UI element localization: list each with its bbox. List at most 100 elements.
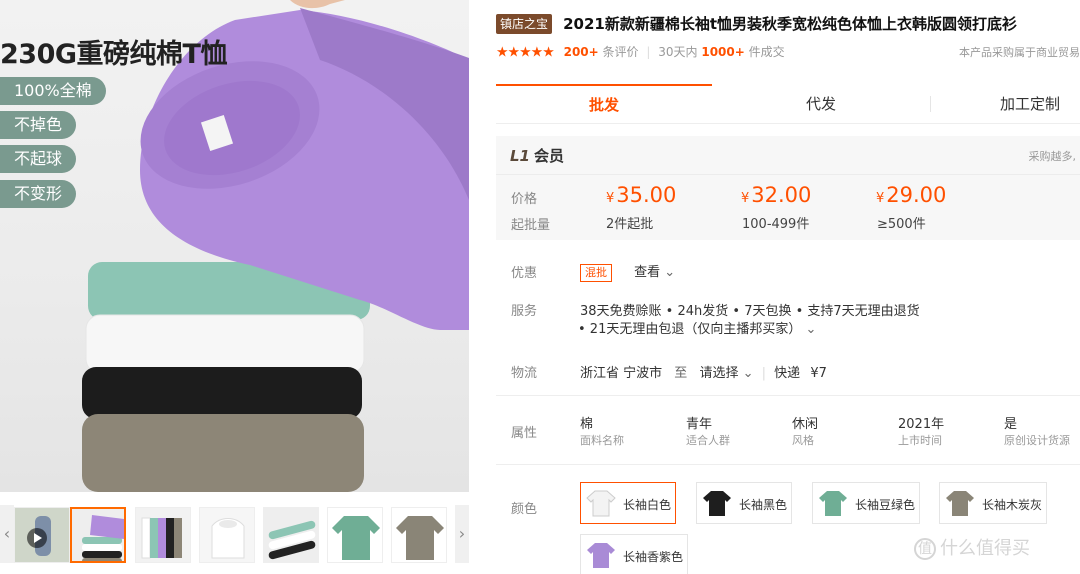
hand-illustration xyxy=(290,0,345,9)
shirt-thumbnail-icon xyxy=(586,490,616,517)
tier-qty: ≥500件 xyxy=(877,217,926,232)
attribute-key: 原创设计货源 xyxy=(1004,434,1070,447)
rating-stars-icon: ★★★★★ xyxy=(496,44,555,61)
purchase-mode-tabs: 批发 代发 加工定制 xyxy=(496,84,1080,124)
color-option-label: 长袖香紫色 xyxy=(623,550,684,564)
to-word: 至 xyxy=(674,366,688,381)
color-option-white[interactable]: 长袖白色 xyxy=(580,482,676,524)
review-count[interactable]: 200+ xyxy=(564,45,599,59)
shirt-thumbnail-icon xyxy=(703,491,731,516)
thumbnail-image xyxy=(328,508,382,562)
service-label: 服务 xyxy=(511,304,538,319)
tab-dropship[interactable]: 代发 xyxy=(712,84,930,124)
video-thumbnail-image xyxy=(15,508,69,562)
thumbnail-strip: ‹ › xyxy=(0,505,469,567)
sales-count: 1000+ xyxy=(701,45,745,59)
color-option-label: 长袖白色 xyxy=(623,498,672,512)
service-line: 38天免费赊账 • 24h发货 • 7天包换 • 支持7天无理由退货 xyxy=(580,304,920,319)
promo-label: 优惠 xyxy=(511,266,538,281)
shirt-thumbnail-icon xyxy=(819,491,847,516)
tier-qty: 100-499件 xyxy=(742,217,810,232)
shirt-gray-illustration xyxy=(82,414,364,492)
express-label: 快递 xyxy=(774,366,801,381)
sales-period: 30天内 xyxy=(658,45,698,59)
ship-from: 浙江省 宁波市 xyxy=(580,366,663,381)
review-label[interactable]: 条评价 xyxy=(603,45,639,59)
shirt-thumbnail-icon xyxy=(587,543,615,568)
shirt-black-illustration xyxy=(82,367,362,419)
color-option-charcoal[interactable]: 长袖木炭灰 xyxy=(939,482,1047,524)
chevron-down-icon: ⌄ xyxy=(742,366,754,381)
thumbnail[interactable] xyxy=(199,507,255,563)
tshirt-stack-illustration xyxy=(82,0,469,492)
divider: | xyxy=(761,366,767,381)
attribute-key: 上市时间 xyxy=(898,434,942,447)
chevron-down-icon: ⌄ xyxy=(664,265,676,280)
member-level-code: L1 xyxy=(510,147,530,165)
divider: | xyxy=(646,45,651,59)
shirt-thumbnail-icon xyxy=(946,491,974,516)
main-product-image[interactable]: 230G重磅纯棉T恤 100%全棉 不掉色 不起球 不变形 xyxy=(0,0,469,492)
member-note: 采购越多, xyxy=(1028,150,1077,163)
watermark-logo-icon: 值 xyxy=(914,538,936,560)
moq-label: 起批量 xyxy=(511,218,551,233)
attribute-value: 青年 xyxy=(686,417,713,432)
thumbnail-image xyxy=(200,508,254,562)
store-badge: 镇店之宝 xyxy=(496,13,553,34)
tab-wholesale[interactable]: 批发 xyxy=(496,84,712,124)
attribute-key: 面料名称 xyxy=(580,434,624,447)
thumbnail[interactable] xyxy=(263,507,319,563)
logistics-label: 物流 xyxy=(511,366,538,381)
divider xyxy=(496,464,1080,465)
thumbnail-active[interactable] xyxy=(70,507,126,563)
color-option-label: 长袖黑色 xyxy=(739,498,788,512)
color-option-lavender[interactable]: 长袖香紫色 xyxy=(580,534,688,574)
chevron-down-icon: ⌄ xyxy=(805,322,817,337)
color-option-label: 长袖豆绿色 xyxy=(855,498,916,512)
thumbnail-image xyxy=(136,508,190,562)
tier-price: ¥32.00 xyxy=(741,183,812,207)
thumbnail-prev-button[interactable]: ‹ xyxy=(0,505,14,563)
tier-price: ¥35.00 xyxy=(606,183,677,207)
product-title: 2021新款新疆棉长袖t恤男装秋季宽松纯色体恤上衣韩版圆领打底衫 xyxy=(563,15,1018,33)
shipping-fee: ¥7 xyxy=(810,366,827,381)
divider xyxy=(496,174,1080,175)
trade-note: 本产品采购属于商业贸易 xyxy=(959,46,1080,59)
hero-headline: 230G重磅纯棉T恤 xyxy=(0,39,227,70)
price-panel: L1 会员 采购越多, 价格 起批量 ¥35.00 2件起批 ¥32.00 100… xyxy=(496,136,1080,240)
logistics-row: 浙江省 宁波市 至 请选择 ⌄ | 快递 ¥7 xyxy=(580,362,827,381)
thumbnail[interactable] xyxy=(135,507,191,563)
rating-row: ★★★★★ 200+ 条评价 | 30天内 1000+ 件成交 本产品采购属于商… xyxy=(496,43,1080,61)
shirt-white-illustration xyxy=(85,314,365,374)
divider xyxy=(496,395,1080,396)
thumbnail-next-button[interactable]: › xyxy=(455,505,469,563)
attribute-key: 风格 xyxy=(792,434,814,447)
service-line-2[interactable]: • 21天无理由包退（仅向主播邦买家） ⌄ xyxy=(578,318,816,337)
attribute-key: 适合人群 xyxy=(686,434,730,447)
mixed-batch-badge: 混批 xyxy=(580,264,612,282)
thumbnail[interactable] xyxy=(391,507,447,563)
color-option-label: 长袖木炭灰 xyxy=(982,498,1043,512)
thumbnail-video[interactable] xyxy=(14,507,70,563)
attribute-value: 休闲 xyxy=(792,417,819,432)
product-page: 230G重磅纯棉T恤 100%全棉 不掉色 不起球 不变形 ‹ › 镇店之宝 2… xyxy=(0,0,1080,574)
thumbnail[interactable] xyxy=(327,507,383,563)
thumbnail-image xyxy=(72,509,124,561)
price-label: 价格 xyxy=(511,192,538,207)
tier-price: ¥29.00 xyxy=(876,183,947,207)
feature-badge: 不掉色 xyxy=(0,111,77,139)
destination-select[interactable]: 请选择 ⌄ xyxy=(699,366,753,381)
member-level-label: 会员 xyxy=(534,147,565,165)
tab-custom-processing[interactable]: 加工定制 xyxy=(980,84,1080,124)
color-option-bean-green[interactable]: 长袖豆绿色 xyxy=(812,482,920,524)
thumbnail-image xyxy=(264,508,318,562)
promo-view-link[interactable]: 查看 ⌄ xyxy=(634,265,675,280)
tab-divider xyxy=(930,96,931,112)
tier-qty: 2件起批 xyxy=(606,217,654,232)
color-option-black[interactable]: 长袖黑色 xyxy=(696,482,792,524)
thumbnail-image xyxy=(392,508,446,562)
attribute-value: 2021年 xyxy=(898,417,945,432)
feature-badge: 不变形 xyxy=(0,180,77,208)
feature-badge: 100%全棉 xyxy=(0,77,106,105)
sales-label: 件成交 xyxy=(748,45,785,59)
